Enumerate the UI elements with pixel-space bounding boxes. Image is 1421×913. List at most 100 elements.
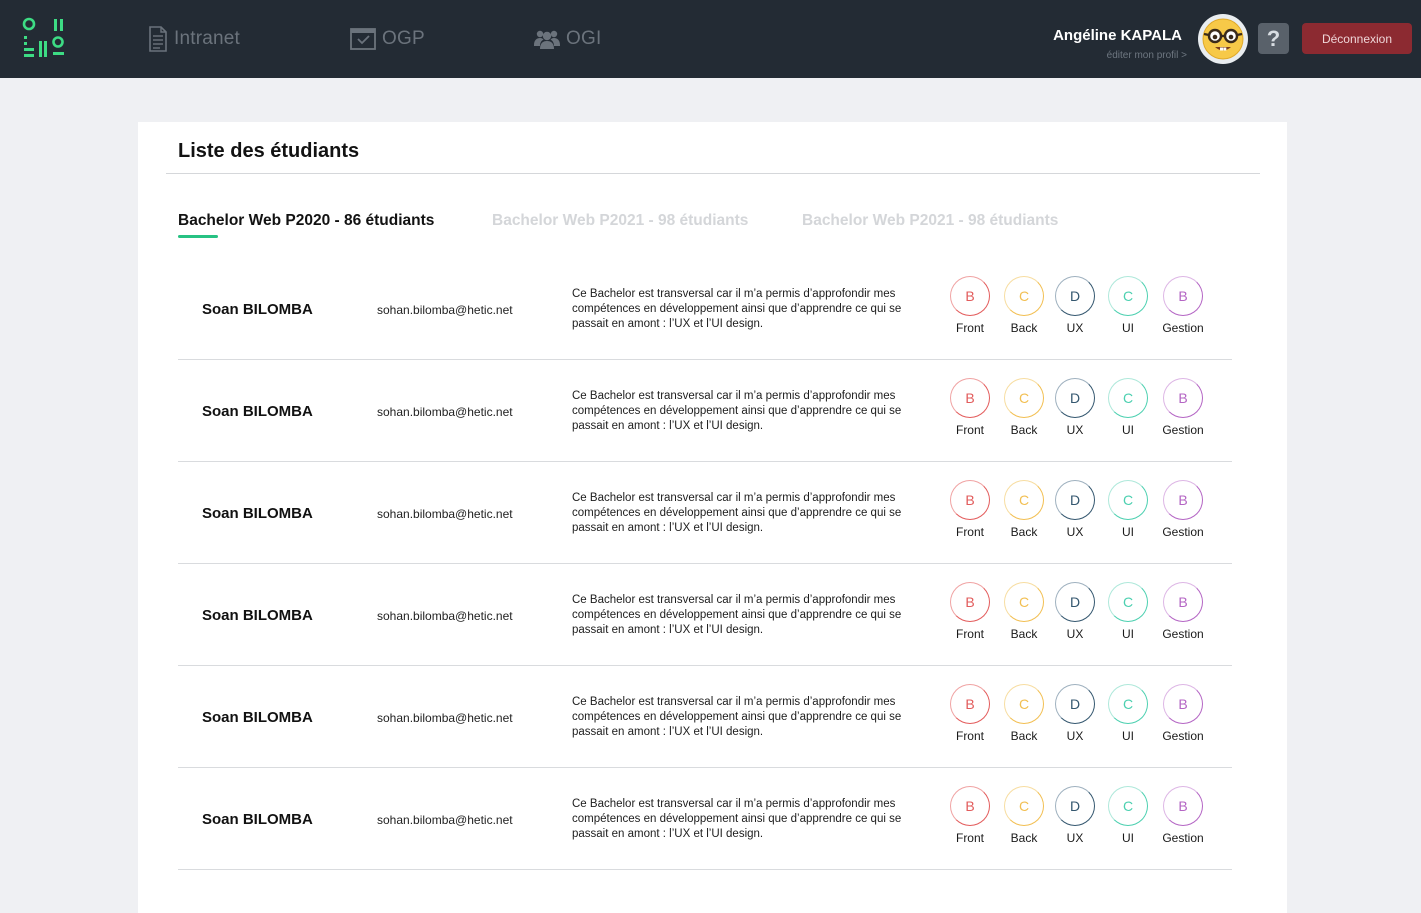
grade-ux: D UX <box>1045 276 1105 335</box>
grade-gestion-label: Gestion <box>1162 627 1204 641</box>
grade-back-circle: C <box>1004 276 1044 316</box>
grade-front-circle: B <box>950 378 990 418</box>
student-email[interactable]: sohan.bilomba@hetic.net <box>377 303 513 317</box>
student-row[interactable]: Soan BILOMBA sohan.bilomba@hetic.net Ce … <box>178 462 1232 564</box>
student-row[interactable]: Soan BILOMBA sohan.bilomba@hetic.net Ce … <box>178 258 1232 360</box>
nav-ogp[interactable]: OGP <box>350 24 425 54</box>
avatar[interactable] <box>1198 14 1248 64</box>
grade-gestion: B Gestion <box>1153 276 1213 335</box>
grade-gestion-circle: B <box>1163 378 1203 418</box>
grade-front: B Front <box>940 480 1000 539</box>
student-description: Ce Bachelor est transversal car il m’a p… <box>572 288 902 330</box>
grade-ux: D UX <box>1045 684 1105 743</box>
grade-ui-label: UI <box>1122 525 1134 539</box>
grade-ux: D UX <box>1045 378 1105 437</box>
student-email[interactable]: sohan.bilomba@hetic.net <box>377 609 513 623</box>
tab-bachelor-web-p2021[interactable]: Bachelor Web P2021 - 98 étudiants <box>492 212 748 230</box>
grade-ux: D UX <box>1045 786 1105 845</box>
grade-ui-circle: C <box>1108 582 1148 622</box>
student-row[interactable]: Soan BILOMBA sohan.bilomba@hetic.net Ce … <box>178 768 1232 870</box>
page-title: Liste des étudiants <box>178 140 360 162</box>
logout-button[interactable]: Déconnexion <box>1302 23 1412 54</box>
student-name: Soan BILOMBA <box>202 607 313 624</box>
grade-ui-circle: C <box>1108 684 1148 724</box>
grade-back-circle: C <box>1004 378 1044 418</box>
students-card: Liste des étudiants Bachelor Web P2020 -… <box>138 122 1287 913</box>
grade-ui: C UI <box>1098 582 1158 641</box>
student-description: Ce Bachelor est transversal car il m’a p… <box>572 594 902 636</box>
student-description: Ce Bachelor est transversal car il m’a p… <box>572 696 902 738</box>
tab-bachelor-web-p2020[interactable]: Bachelor Web P2020 - 86 étudiants <box>178 212 434 230</box>
grade-front-label: Front <box>955 321 984 335</box>
document-icon <box>149 26 167 52</box>
grade-front: B Front <box>940 684 1000 743</box>
grade-ux-label: UX <box>1066 525 1084 539</box>
grade-ux: D UX <box>1045 582 1105 641</box>
grade-gestion-circle: B <box>1163 582 1203 622</box>
student-row[interactable]: Soan BILOMBA sohan.bilomba@hetic.net Ce … <box>178 666 1232 768</box>
nav-intranet-label: Intranet <box>174 28 241 49</box>
grade-ui: C UI <box>1098 378 1158 437</box>
student-description: Ce Bachelor est transversal car il m’a p… <box>572 798 902 840</box>
grade-ux-circle: D <box>1055 582 1095 622</box>
grade-front: B Front <box>940 276 1000 335</box>
calendar-window-icon <box>350 28 376 50</box>
grade-ux-circle: D <box>1055 480 1095 520</box>
grade-ui-circle: C <box>1108 378 1148 418</box>
grade-ux-label: UX <box>1066 627 1084 641</box>
nav-ogi[interactable]: OGI <box>534 24 601 54</box>
grade-ux-label: UX <box>1066 729 1084 743</box>
tab-bachelor-web-p2021-b[interactable]: Bachelor Web P2021 - 98 étudiants <box>802 212 1058 230</box>
grade-front-circle: B <box>950 582 990 622</box>
grade-ui-circle: C <box>1108 276 1148 316</box>
grade-gestion: B Gestion <box>1153 582 1213 641</box>
student-email[interactable]: sohan.bilomba@hetic.net <box>377 507 513 521</box>
grade-gestion-circle: B <box>1163 684 1203 724</box>
grade-gestion-label: Gestion <box>1162 423 1204 437</box>
student-name: Soan BILOMBA <box>202 709 313 726</box>
grade-front-circle: B <box>950 276 990 316</box>
grade-ui: C UI <box>1098 276 1158 335</box>
grade-front-circle: B <box>950 480 990 520</box>
grade-gestion-label: Gestion <box>1162 321 1204 335</box>
nav-intranet[interactable]: Intranet <box>148 24 240 54</box>
edit-profile-link[interactable]: éditer mon profil > <box>1107 50 1187 61</box>
grade-ux-label: UX <box>1066 423 1084 437</box>
student-name: Soan BILOMBA <box>202 505 313 522</box>
title-divider <box>166 173 1260 174</box>
student-email[interactable]: sohan.bilomba@hetic.net <box>377 405 513 419</box>
grade-front-circle: B <box>950 786 990 826</box>
hetic-logo[interactable] <box>22 17 66 59</box>
student-row[interactable]: Soan BILOMBA sohan.bilomba@hetic.net Ce … <box>178 360 1232 462</box>
grade-ui-label: UI <box>1122 729 1134 743</box>
grade-ux-circle: D <box>1055 378 1095 418</box>
grade-ui-circle: C <box>1108 786 1148 826</box>
student-description: Ce Bachelor est transversal car il m’a p… <box>572 390 902 432</box>
grade-ui: C UI <box>1098 786 1158 845</box>
nerd-face-icon <box>1202 18 1244 60</box>
grade-back-circle: C <box>1004 684 1044 724</box>
grade-front: B Front <box>940 786 1000 845</box>
grade-front-label: Front <box>955 525 984 539</box>
grade-gestion-circle: B <box>1163 480 1203 520</box>
student-name: Soan BILOMBA <box>202 403 313 420</box>
grade-ui: C UI <box>1098 684 1158 743</box>
grade-gestion-label: Gestion <box>1162 525 1204 539</box>
help-button[interactable]: ? <box>1258 23 1289 54</box>
grade-gestion-circle: B <box>1163 786 1203 826</box>
student-row[interactable]: Soan BILOMBA sohan.bilomba@hetic.net Ce … <box>178 564 1232 666</box>
grade-gestion: B Gestion <box>1153 480 1213 539</box>
nav-ogi-label: OGI <box>566 28 602 49</box>
grade-front-label: Front <box>955 831 984 845</box>
nav-ogp-label: OGP <box>382 28 425 49</box>
student-email[interactable]: sohan.bilomba@hetic.net <box>377 813 513 827</box>
grade-gestion: B Gestion <box>1153 378 1213 437</box>
grade-front: B Front <box>940 582 1000 641</box>
grade-ux-circle: D <box>1055 684 1095 724</box>
active-tab-indicator <box>178 235 218 238</box>
grade-ux-circle: D <box>1055 786 1095 826</box>
student-email[interactable]: sohan.bilomba@hetic.net <box>377 711 513 725</box>
grade-gestion: B Gestion <box>1153 786 1213 845</box>
grade-ui-circle: C <box>1108 480 1148 520</box>
student-name: Soan BILOMBA <box>202 811 313 828</box>
